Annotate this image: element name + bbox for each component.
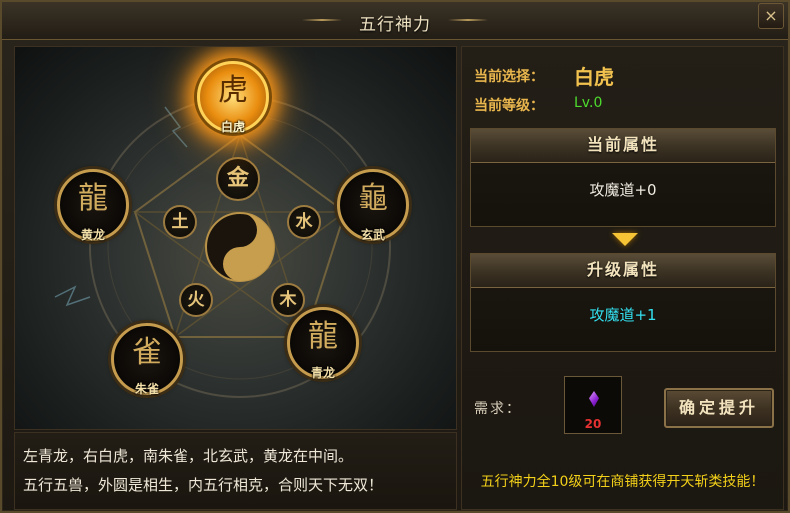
element-fire-badge: 火 — [179, 283, 213, 317]
phoenix-icon: 雀 — [132, 335, 162, 370]
selected-value: 白虎 — [574, 65, 614, 89]
description-line-2: 五行五兽，外圆是相生，内五行相克，合则天下无双！ — [23, 476, 384, 494]
element-water-badge: 水 — [287, 205, 321, 239]
element-earth-badge: 土 — [163, 205, 197, 239]
requirement-item-slot[interactable]: 20 — [564, 376, 622, 434]
description-panel: 左青龙，右白虎，南朱雀，北玄武，黄龙在中间。 五行五兽，外圆是相生，内五行相克，… — [14, 432, 457, 510]
dragon-icon: 龍 — [78, 181, 108, 216]
five-beasts-diagram: 金 水 木 火 土 虎 白虎 龍 黄龙 龜 玄武 雀 朱雀 龍 青龙 — [14, 46, 457, 430]
purple-gem-icon — [589, 391, 599, 407]
beast-zhuque-medallion[interactable]: 雀 朱雀 — [111, 323, 183, 396]
beast-qinglong-medallion[interactable]: 龍 青龙 — [287, 307, 359, 380]
beast-huanglong-medallion[interactable]: 龍 黄龙 — [57, 169, 129, 242]
beast-xuanwu-medallion[interactable]: 龜 玄武 — [337, 169, 409, 242]
five-elements-window: 五行神力 × 金 水 木 火 土 虎 白虎 龍 黄龙 龜 玄武 雀 朱雀 龍 青… — [0, 0, 790, 513]
current-attribute-value: 攻魔道+0 — [589, 181, 657, 199]
current-attribute-header: 当前属性 — [471, 129, 775, 163]
beast-name: 青龙 — [310, 366, 335, 380]
beast-name: 玄武 — [360, 228, 385, 242]
beast-name: 白虎 — [220, 120, 245, 134]
turtle-icon: 龜 — [358, 181, 388, 216]
confirm-upgrade-button[interactable]: 确定提升 — [664, 388, 774, 428]
title-ornament-right — [448, 19, 488, 21]
upgrade-attribute-header: 升级属性 — [471, 254, 775, 288]
current-attribute-box: 当前属性 攻魔道+0 — [470, 128, 776, 227]
element-wood-badge: 木 — [271, 283, 305, 317]
beast-name: 黄龙 — [80, 228, 105, 242]
level-value: Lv.0 — [574, 95, 603, 111]
item-count: 20 — [584, 417, 602, 431]
level-label: 当前等级： — [474, 98, 544, 114]
window-title: 五行神力 — [359, 15, 431, 35]
close-button[interactable]: × — [758, 3, 784, 29]
selected-label: 当前选择： — [474, 69, 544, 85]
dragon-icon: 龍 — [308, 319, 338, 354]
upgrade-attribute-value: 攻魔道+1 — [589, 306, 657, 324]
beast-name: 朱雀 — [134, 382, 159, 396]
attribute-panel: 当前选择： 白虎 当前等级： Lv.0 当前属性 攻魔道+0 升级属性 攻魔道+… — [461, 46, 784, 510]
yin-yang-icon — [205, 212, 275, 282]
element-metal-badge: 金 — [216, 157, 260, 201]
beast-baihu-medallion[interactable]: 虎 白虎 — [197, 61, 269, 134]
requirement-label: 需求： — [474, 401, 522, 417]
tiger-icon: 虎 — [218, 73, 248, 108]
upgrade-attribute-box: 升级属性 攻魔道+1 — [470, 253, 776, 352]
arrow-down-icon — [612, 233, 638, 246]
description-line-1: 左青龙，右白虎，南朱雀，北玄武，黄龙在中间。 — [23, 447, 354, 465]
title-bar: 五行神力 × — [2, 2, 788, 40]
tip-text: 五行神力全10级可在商铺获得开天斩类技能！ — [480, 474, 765, 490]
